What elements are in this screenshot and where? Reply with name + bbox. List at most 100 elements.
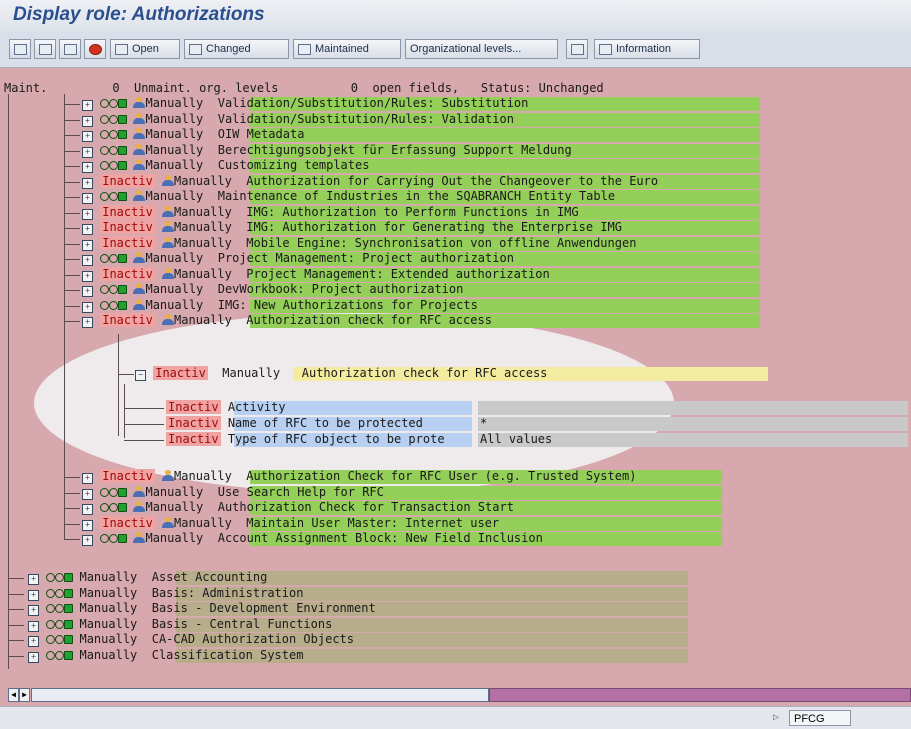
expand-icon[interactable]: + — [82, 131, 93, 142]
expand-icon[interactable]: + — [82, 208, 93, 220]
authorization-text: Asset Accounting — [151, 570, 268, 584]
toolbar-icon-button-2[interactable] — [34, 39, 56, 59]
expand-icon[interactable]: + — [28, 589, 39, 601]
expand-icon[interactable]: + — [82, 488, 93, 500]
tree-row[interactable]: + Inactiv Manually Maintain User Master:… — [82, 515, 499, 531]
field-value: All values — [480, 432, 553, 446]
tree-row[interactable]: + Manually OIW Metadata — [82, 127, 304, 142]
tree-row[interactable]: + Inactiv Manually IMG: Authorization fo… — [82, 220, 622, 235]
sub-branch — [118, 334, 119, 436]
maintenance-label: Manually — [145, 189, 204, 203]
tree-connector — [8, 640, 24, 641]
tree-row[interactable]: + Inactiv Manually Project Management: E… — [82, 266, 550, 282]
tree-row[interactable]: + Manually Berechtigungsobjekt für Erfas… — [82, 143, 572, 158]
maintenance-label: Manually — [79, 647, 138, 662]
transaction-field[interactable]: PFCG — [789, 710, 851, 726]
tree-row[interactable]: + Manually Maintenance of Industries in … — [82, 189, 615, 204]
information-button[interactable]: Information — [594, 39, 700, 59]
expand-icon[interactable]: + — [82, 115, 93, 127]
field-name: Name of RFC to be protected — [227, 416, 423, 430]
tree-row[interactable]: + Manually DevWorkbook: Project authoriz… — [82, 282, 463, 297]
tree-row[interactable]: + Manually Project Management: Project a… — [82, 251, 514, 266]
maintained-button[interactable]: Maintained — [293, 39, 401, 59]
expand-icon[interactable]: + — [82, 100, 93, 111]
expand-icon[interactable]: + — [82, 255, 93, 266]
tree-row[interactable]: + Inactiv Manually Authorization Check f… — [82, 469, 636, 484]
sub-node-row[interactable]: − Inactiv Manually Authorization check f… — [135, 366, 547, 381]
collapse-icon[interactable]: − — [135, 370, 146, 381]
tree-row[interactable]: + Manually CA-CAD Authorization Objects — [28, 632, 354, 647]
tree-row[interactable]: + Manually Authorization Check for Trans… — [82, 500, 514, 515]
expand-icon[interactable]: + — [82, 535, 93, 546]
expand-icon[interactable]: + — [28, 636, 39, 647]
expand-icon[interactable]: + — [82, 317, 93, 328]
tree-row[interactable]: + Manually Asset Accounting — [28, 570, 267, 585]
tree-row[interactable]: + Manually Basis - Development Environme… — [28, 601, 376, 616]
open-button[interactable]: Open — [110, 39, 180, 59]
expand-icon[interactable]: + — [82, 146, 93, 158]
tree-row[interactable]: + Inactiv Manually IMG: Authorization to… — [82, 204, 579, 220]
field-row[interactable]: Inactiv Activity — [166, 400, 286, 415]
value-band — [478, 417, 908, 431]
maintenance-label: Manually — [79, 585, 138, 600]
expand-icon[interactable]: + — [82, 504, 93, 515]
field-row[interactable]: Inactiv Type of RFC object to be prote — [166, 432, 445, 447]
tree-trunk — [8, 94, 9, 669]
expand-icon[interactable]: + — [82, 473, 93, 484]
grid-icon — [13, 43, 27, 55]
traffic-light-icon — [100, 253, 128, 263]
expand-icon[interactable]: + — [82, 224, 93, 235]
tree-row[interactable]: + Manually Classification System — [28, 648, 303, 663]
toolbar-icon-button-1[interactable] — [9, 39, 31, 59]
maintenance-label: Manually — [145, 282, 204, 296]
maintenance-label: Manually — [145, 500, 204, 514]
tree-row[interactable]: + Manually Validation/Substitution/Rules… — [82, 96, 528, 111]
expand-icon[interactable]: + — [82, 162, 93, 173]
traffic-light-icon — [46, 650, 74, 660]
tree-connector — [64, 321, 80, 322]
tree-row[interactable]: + Manually Customizing templates — [82, 158, 369, 173]
horizontal-scrollbar-thumb[interactable] — [31, 688, 489, 702]
traffic-light-icon — [46, 603, 74, 613]
tree-row[interactable]: + Manually Basis: Administration — [28, 586, 303, 601]
tree-row[interactable]: + Manually IMG: New Authorizations for P… — [82, 298, 478, 313]
field-row[interactable]: Inactiv Name of RFC to be protected — [166, 416, 423, 431]
expand-icon[interactable]: + — [82, 177, 93, 189]
expand-icon[interactable]: + — [82, 239, 93, 251]
traffic-light-icon — [46, 572, 74, 582]
tree-connector — [64, 181, 80, 183]
expand-icon[interactable]: + — [82, 270, 93, 282]
expand-icon[interactable]: + — [82, 193, 93, 204]
expand-icon[interactable]: + — [82, 286, 93, 297]
changed-button[interactable]: Changed — [184, 39, 289, 59]
stop-icon — [88, 43, 102, 55]
expand-icon[interactable]: + — [82, 301, 93, 313]
scroll-left-button[interactable]: ◀ — [8, 688, 19, 702]
tree-row[interactable]: + Inactiv Manually Authorization for Car… — [82, 173, 658, 189]
tree-row[interactable]: + Manually Account Assignment Block: New… — [82, 531, 543, 546]
expand-icon[interactable]: + — [28, 651, 39, 663]
expand-icon[interactable]: + — [28, 574, 39, 585]
field-value: * — [480, 416, 488, 430]
scroll-right-button[interactable]: ▶ — [19, 688, 30, 702]
tree-branch — [64, 94, 65, 540]
status-arrow-icon[interactable]: ▷ — [773, 712, 779, 723]
tree-row[interactable]: + Manually Use Search Help for RFC — [82, 485, 384, 500]
tree-row[interactable]: + Manually Validation/Substitution/Rules… — [82, 112, 514, 127]
expand-icon[interactable]: + — [28, 620, 39, 632]
tree-row[interactable]: + Inactiv Manually Mobile Engine: Synchr… — [82, 235, 636, 251]
expand-icon[interactable]: + — [82, 519, 93, 531]
organizational-levels-button[interactable]: Organizational levels... — [405, 39, 558, 59]
toolbar-icon-button-3[interactable] — [59, 39, 81, 59]
tree-row[interactable]: + Inactiv Manually Authorization check f… — [82, 313, 492, 328]
maintenance-label: Manually — [145, 142, 204, 157]
traffic-light-icon — [100, 145, 128, 155]
horizontal-scrollbar-track[interactable] — [489, 688, 911, 702]
toolbar-icon-button-4[interactable] — [84, 39, 106, 59]
traffic-light-icon — [100, 284, 128, 294]
toolbar-icon-button-5[interactable] — [566, 39, 588, 59]
authorization-text: Basis - Development Environment — [151, 601, 376, 615]
expand-icon[interactable]: + — [28, 605, 39, 616]
tree-connector — [64, 104, 80, 105]
tree-row[interactable]: + Manually Basis - Central Functions — [28, 617, 332, 632]
